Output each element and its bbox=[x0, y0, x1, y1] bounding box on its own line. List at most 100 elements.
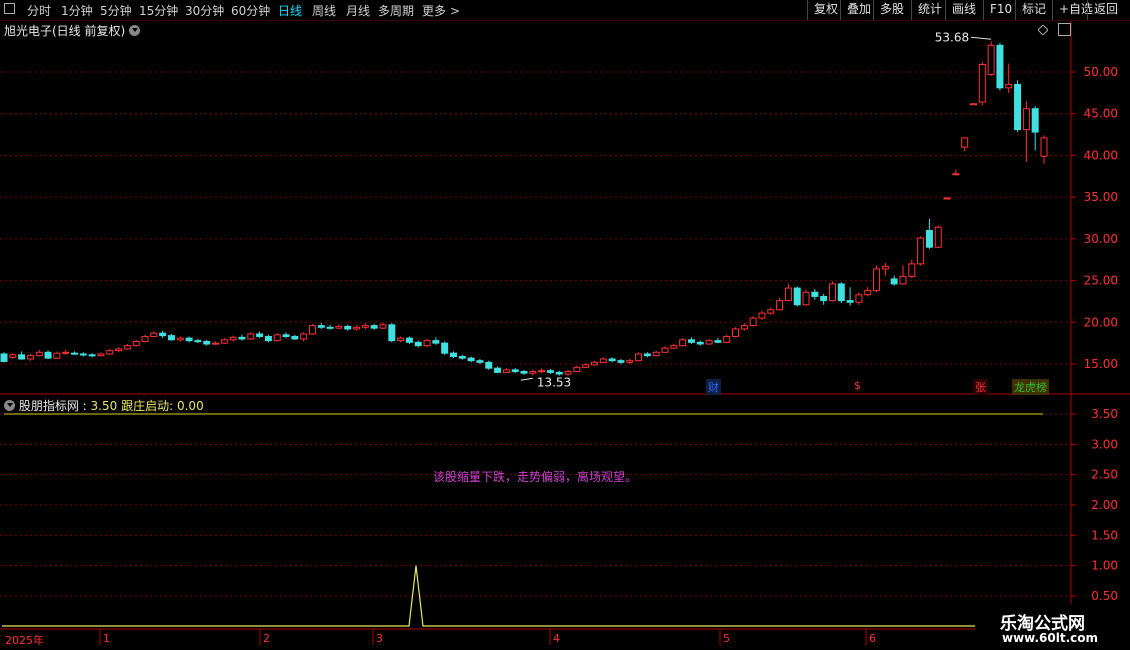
candle-body bbox=[564, 371, 572, 375]
candle-body bbox=[705, 340, 713, 345]
candle-body bbox=[388, 324, 396, 342]
price-tick-label: 30.00 bbox=[1084, 232, 1118, 246]
candle-body bbox=[1031, 108, 1039, 133]
candle-body bbox=[961, 137, 969, 148]
candle-body bbox=[740, 325, 748, 330]
candle-body bbox=[150, 332, 158, 337]
event-marker[interactable]: 财 bbox=[706, 379, 721, 395]
candle-body bbox=[846, 300, 854, 303]
candle-body bbox=[652, 351, 660, 357]
candle-body bbox=[247, 333, 255, 340]
candle-body bbox=[934, 226, 942, 248]
candle-body bbox=[467, 357, 475, 362]
chevron-down-icon[interactable] bbox=[4, 400, 15, 411]
candle-body bbox=[643, 353, 651, 357]
price-tick-label: 25.00 bbox=[1084, 274, 1118, 288]
maximize-icon[interactable] bbox=[1058, 23, 1071, 36]
candle-body bbox=[397, 337, 405, 342]
candle-body bbox=[732, 328, 740, 337]
stock-title[interactable]: 旭光电子(日线 前复权) bbox=[4, 22, 141, 39]
candle-body bbox=[899, 275, 907, 285]
low-label: 13.53 bbox=[537, 375, 571, 389]
candle-body bbox=[141, 335, 149, 342]
candle-body bbox=[370, 325, 378, 329]
diamond-icon[interactable] bbox=[1037, 24, 1049, 36]
indicator-tick-label: 3.00 bbox=[1091, 437, 1118, 451]
indicator-tick-label: 3.50 bbox=[1091, 407, 1118, 421]
candle-body bbox=[890, 278, 898, 285]
candle-body bbox=[441, 342, 449, 354]
candle-body bbox=[908, 263, 916, 277]
candle-body bbox=[44, 351, 52, 359]
candle-body bbox=[776, 300, 784, 311]
event-marker[interactable]: $ bbox=[852, 379, 863, 392]
candle-body bbox=[608, 358, 616, 362]
candle-body bbox=[626, 360, 634, 363]
candle-body bbox=[264, 335, 272, 342]
candle-body bbox=[494, 367, 502, 373]
candle-body bbox=[943, 197, 951, 200]
candle-body bbox=[784, 287, 792, 302]
candle-body bbox=[97, 353, 105, 357]
indicator-tick-label: 1.50 bbox=[1091, 528, 1118, 542]
candle-body bbox=[802, 291, 810, 306]
candle-body bbox=[106, 350, 114, 355]
date-label: 5 bbox=[723, 632, 730, 645]
low-pointer bbox=[520, 377, 533, 381]
candle-body bbox=[864, 290, 872, 296]
candle-body bbox=[167, 335, 175, 341]
candle-body bbox=[458, 355, 466, 359]
candle-body bbox=[423, 340, 431, 347]
candle-body bbox=[238, 336, 246, 340]
indicator-title[interactable]: 股朋指标网 : 3.50 跟庄启动: 0.00 bbox=[4, 397, 204, 414]
price-tick-label: 50.00 bbox=[1084, 65, 1118, 79]
price-tick-label: 45.00 bbox=[1084, 107, 1118, 121]
candle-body bbox=[1014, 84, 1022, 131]
candle-body bbox=[828, 283, 836, 302]
candle-body bbox=[793, 287, 801, 306]
candle-body bbox=[317, 325, 325, 328]
candle-body bbox=[115, 348, 123, 352]
candle-body bbox=[811, 291, 819, 297]
indicator-value1: 3.50 bbox=[90, 399, 118, 413]
candle-body bbox=[26, 355, 34, 360]
candle-body bbox=[635, 353, 643, 362]
indicator-tick-label: 0.50 bbox=[1091, 589, 1118, 603]
candle-body bbox=[582, 364, 590, 368]
event-marker[interactable]: 龙虎榜 bbox=[1012, 379, 1049, 395]
candle-body bbox=[35, 351, 43, 357]
date-label: 1 bbox=[103, 632, 110, 645]
candle-body bbox=[1040, 137, 1048, 157]
candle-body bbox=[511, 369, 519, 373]
date-label: 2 bbox=[263, 632, 270, 645]
candle-body bbox=[212, 342, 220, 345]
candle-body bbox=[220, 339, 228, 344]
candle-body bbox=[176, 337, 184, 341]
candle-body bbox=[308, 325, 316, 335]
candle-body bbox=[996, 44, 1004, 89]
indicator-tick-label: 2.50 bbox=[1091, 468, 1118, 482]
candle-body bbox=[599, 358, 607, 363]
candle-body bbox=[529, 371, 537, 374]
chart-canvas[interactable]: 50.0045.0040.0035.0030.0025.0020.0015.00… bbox=[0, 0, 1130, 650]
candle-body bbox=[502, 369, 510, 373]
price-tick-label: 40.00 bbox=[1084, 148, 1118, 162]
candle-body bbox=[1005, 84, 1013, 89]
indicator-tick-label: 2.00 bbox=[1091, 498, 1118, 512]
candle-body bbox=[361, 325, 369, 328]
candle-body bbox=[79, 353, 87, 356]
candle-body bbox=[538, 370, 546, 373]
candle-body bbox=[591, 361, 599, 366]
candle-body bbox=[0, 353, 8, 362]
candle-body bbox=[987, 44, 995, 76]
candle-body bbox=[820, 295, 828, 302]
event-marker[interactable]: 张 bbox=[973, 379, 988, 395]
high-label: 53.68 bbox=[935, 30, 969, 44]
stock-title-text: 旭光电子(日线 前复权) bbox=[4, 24, 126, 38]
indicator-value2: 0.00 bbox=[176, 399, 204, 413]
chevron-down-icon[interactable] bbox=[129, 25, 141, 36]
candle-body bbox=[476, 360, 484, 363]
candle-body bbox=[18, 354, 26, 360]
candle-body bbox=[670, 345, 678, 349]
candle-body bbox=[881, 265, 889, 270]
